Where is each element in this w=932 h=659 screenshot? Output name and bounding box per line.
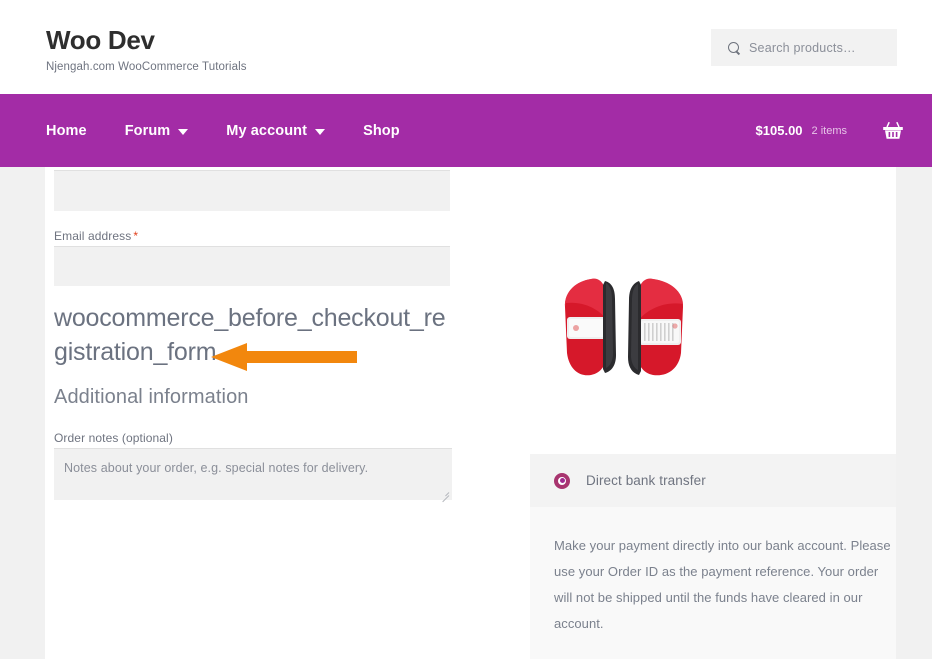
site-title: Woo Dev — [46, 25, 155, 55]
shopping-basket-icon — [883, 121, 903, 139]
cart-button[interactable] — [882, 94, 904, 167]
search-icon — [728, 41, 740, 54]
nav-item-home[interactable]: Home — [46, 123, 108, 139]
nav-item-label: My account — [226, 122, 308, 139]
nav-list: Home Forum My account Shop — [46, 94, 421, 167]
additional-information-heading: Additional information — [54, 386, 249, 408]
nav-item-label: Forum — [124, 122, 171, 139]
payment-method-label: Direct bank transfer — [586, 473, 706, 488]
product-search-box[interactable]: Search products… — [711, 29, 897, 66]
nav-item-label: Shop — [363, 122, 400, 139]
field-email: Email address * — [54, 229, 450, 286]
site-tagline: Njengah.com WooCommerce Tutorials — [46, 61, 247, 73]
order-review-column: Direct bank transfer Make your payment d… — [485, 167, 896, 659]
required-marker: * — [133, 229, 139, 243]
cart-item-count: 2 items — [811, 124, 847, 137]
field-email-label: Email address * — [54, 229, 139, 243]
payment-method-description: Make your payment directly into our bank… — [530, 507, 896, 659]
chevron-down-icon — [178, 128, 189, 135]
chevron-down-icon — [315, 128, 326, 135]
site-branding[interactable]: Woo Dev Njengah.com WooCommerce Tutorial… — [46, 25, 247, 73]
radio-selected-icon[interactable] — [554, 472, 570, 489]
nav-item-label: Home — [46, 122, 87, 139]
cart-summary[interactable]: $105.00 2 items — [756, 94, 847, 167]
nav-item-shop[interactable]: Shop — [363, 123, 421, 139]
page-root: Woo Dev Njengah.com WooCommerce Tutorial… — [0, 0, 932, 659]
field-order-notes: Order notes (optional) — [54, 431, 452, 500]
order-notes-input[interactable] — [54, 448, 452, 500]
field-phone: Phone* — [54, 167, 450, 211]
site-header: Woo Dev Njengah.com WooCommerce Tutorial… — [0, 0, 932, 94]
phone-input[interactable] — [54, 170, 450, 211]
cart-total: $105.00 — [755, 123, 803, 138]
billing-details-column: Phone* Email address* woocommerce_before… — [54, 167, 464, 659]
order-notes-label: Order notes (optional) — [54, 431, 173, 445]
product-image — [507, 185, 877, 455]
checkout-content: Phone* Email address* woocommerce_before… — [45, 167, 896, 659]
email-input[interactable] — [54, 246, 450, 286]
primary-navigation: Home Forum My account Shop $105.00 2 ite… — [0, 94, 932, 167]
payment-method-bacs[interactable]: Direct bank transfer — [530, 454, 896, 507]
tail-lights-image — [564, 278, 684, 376]
hook-name-annotation: woocommerce_before_checkout_registration… — [54, 304, 446, 366]
search-input[interactable]: Search products… — [749, 41, 856, 55]
payment-methods-box: Direct bank transfer Make your payment d… — [530, 454, 896, 659]
nav-item-forum[interactable]: Forum — [125, 123, 210, 139]
nav-item-my-account[interactable]: My account — [226, 123, 346, 139]
